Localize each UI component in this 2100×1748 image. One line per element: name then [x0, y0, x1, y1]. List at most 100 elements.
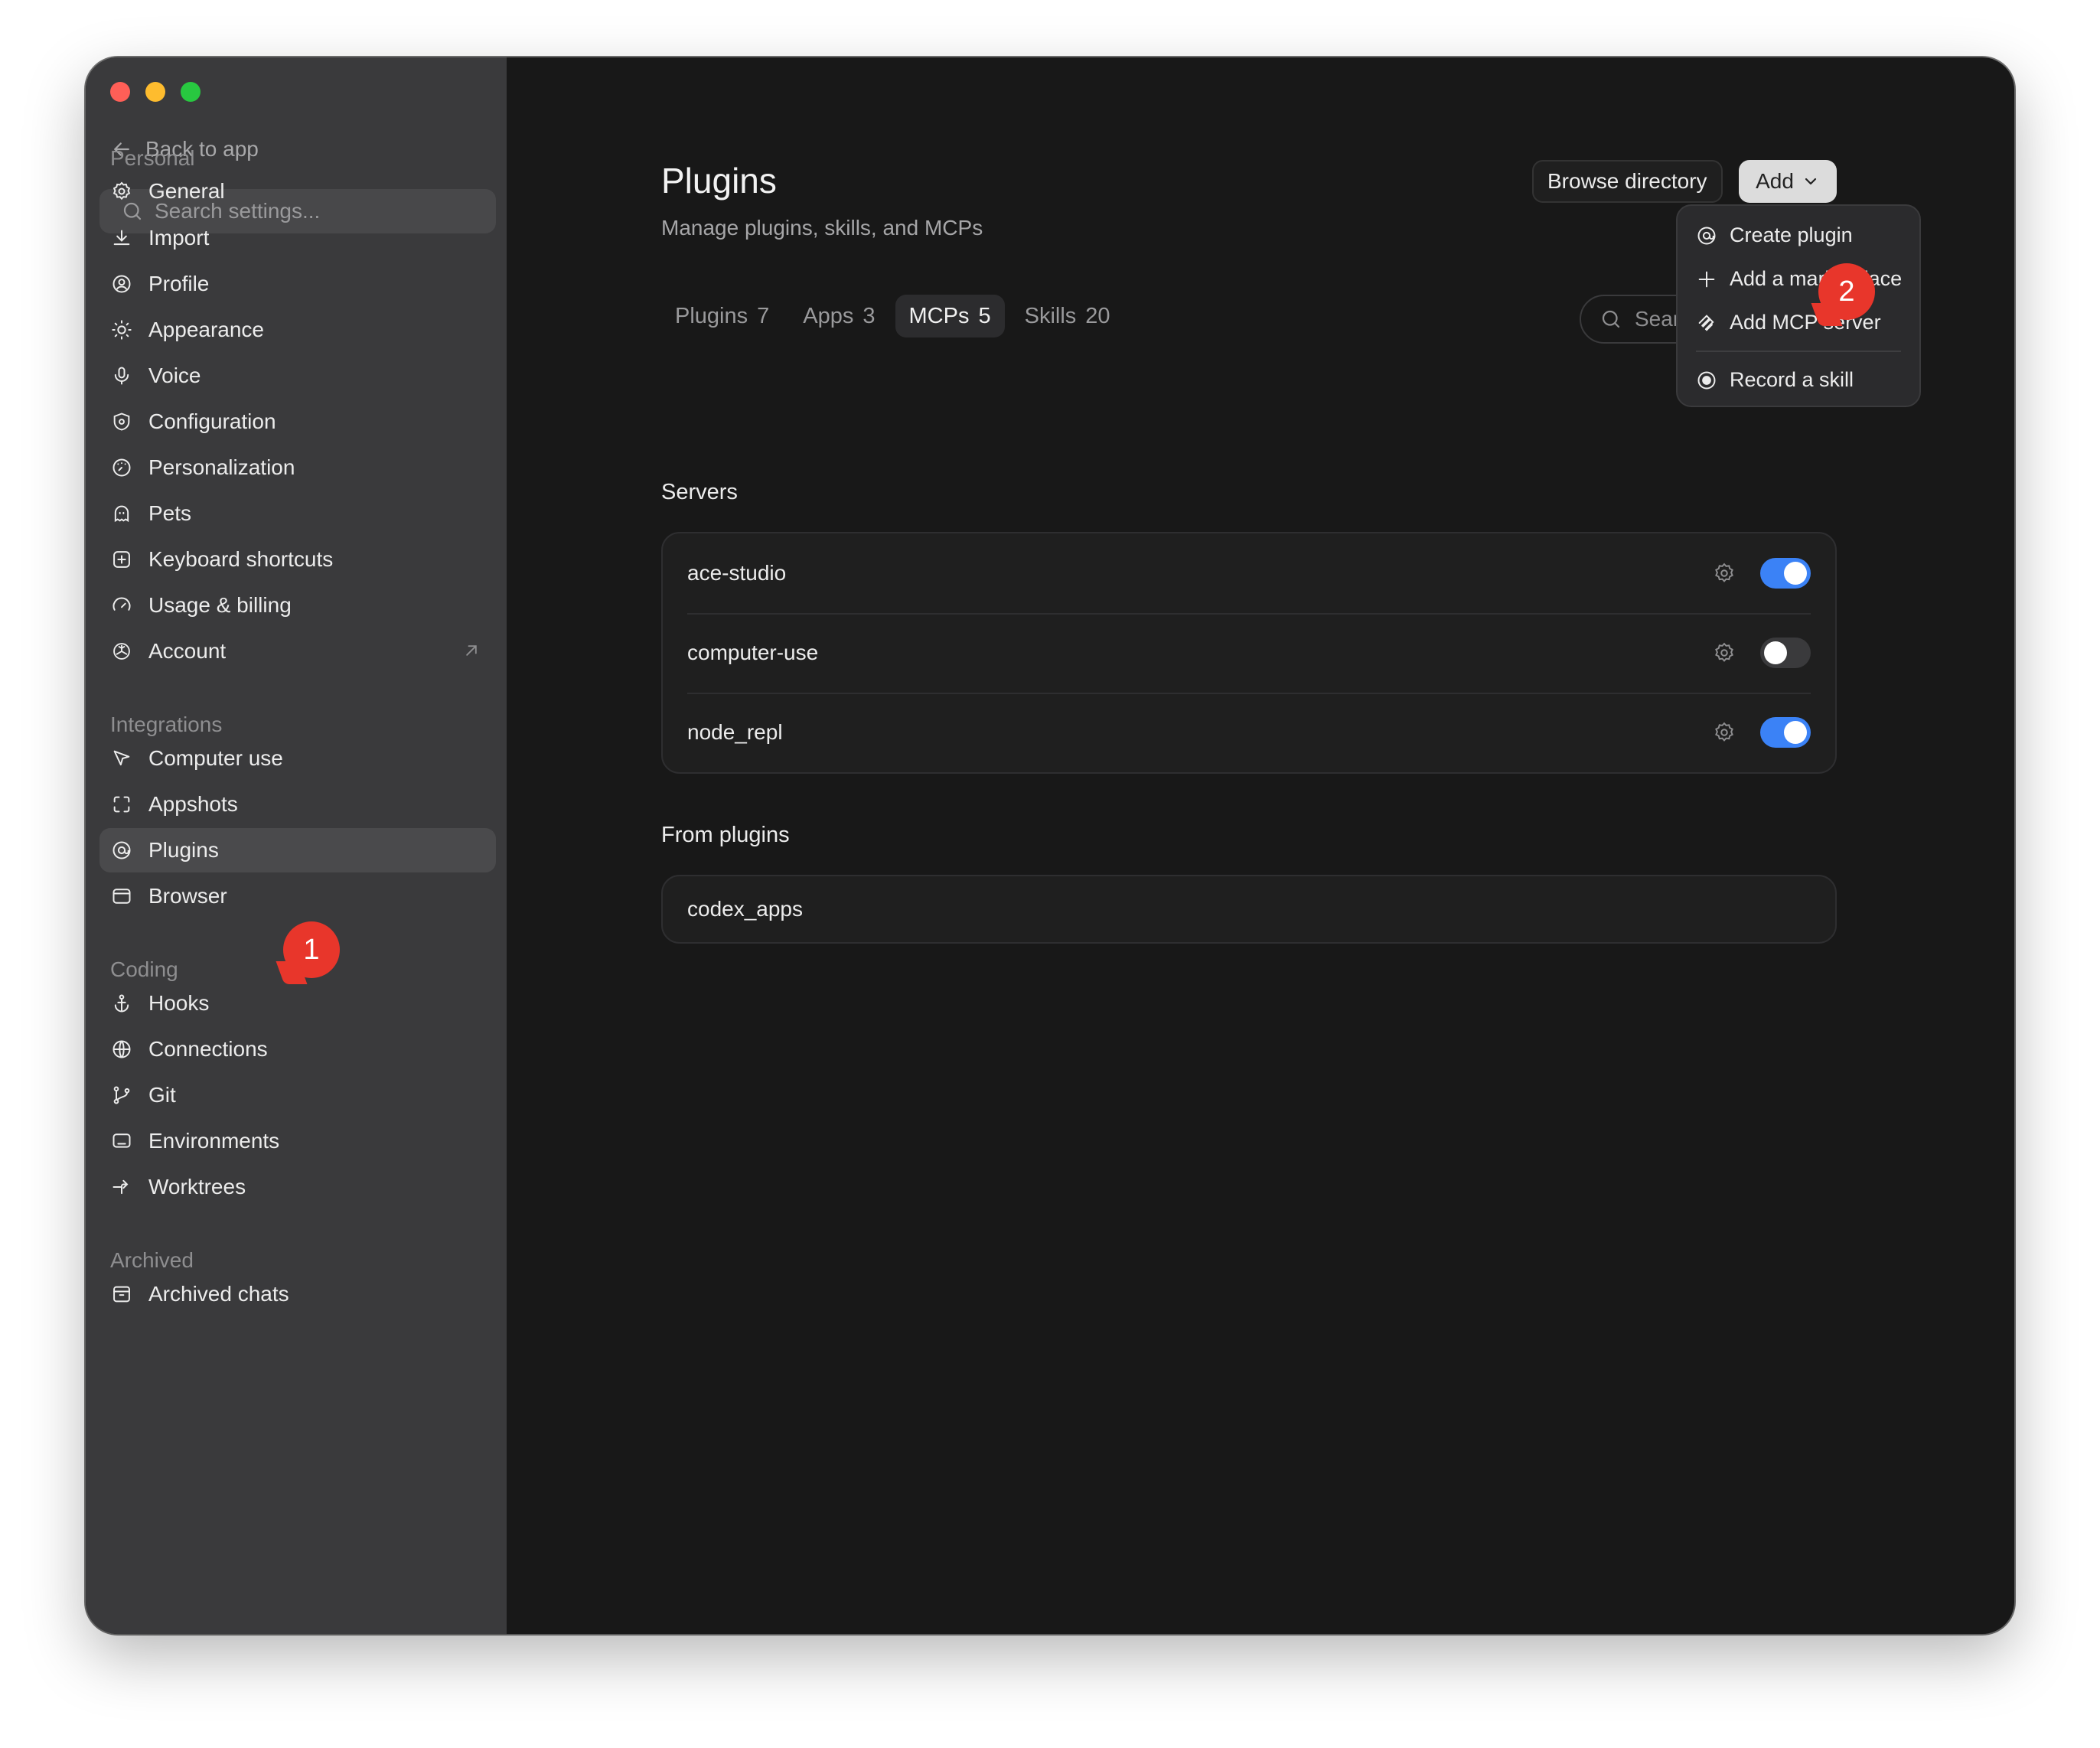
speedometer-icon [110, 594, 133, 617]
microphone-icon [110, 364, 133, 387]
cursor-icon [110, 747, 133, 770]
sidebar-item-usage-billing[interactable]: Usage & billing [99, 583, 496, 628]
sidebar-item-hooks[interactable]: Hooks [99, 981, 496, 1026]
sidebar-item-keyboard-shortcuts[interactable]: Keyboard shortcuts [99, 537, 496, 582]
plugin-at-icon [110, 839, 133, 862]
download-icon [110, 227, 133, 249]
openai-logo-icon [110, 640, 133, 663]
sidebar-item-label: Account [148, 639, 227, 663]
monitor-icon [110, 1130, 133, 1153]
gear-icon[interactable] [1713, 562, 1736, 585]
sidebar-item-plugins[interactable]: Plugins [99, 828, 496, 872]
sidebar-item-label: Personalization [148, 455, 295, 479]
menu-item-label: Create plugin [1730, 223, 1853, 246]
close-window-button[interactable] [110, 82, 130, 102]
tab-mcps[interactable]: MCPs 5 [895, 295, 1005, 338]
tab-label: Plugins [675, 303, 748, 328]
sidebar-item-label: Pets [148, 501, 192, 525]
pet-icon [110, 502, 133, 525]
sidebar-item-import[interactable]: Import [99, 216, 496, 260]
sidebar-item-label: Archived chats [148, 1282, 289, 1306]
server-toggle[interactable] [1760, 638, 1811, 668]
section-label-personal: Personal [110, 146, 195, 170]
add-dropdown-button[interactable]: Add [1739, 160, 1837, 203]
sidebar-item-label: Keyboard shortcuts [148, 547, 334, 571]
server-row: ace-studio [663, 533, 1835, 613]
archive-box-icon [110, 1283, 133, 1306]
sidebar-item-label: Appearance [148, 318, 265, 341]
sidebar-item-general[interactable]: General [99, 169, 496, 214]
tab-count: 7 [757, 303, 770, 328]
sidebar-item-browser[interactable]: Browser [99, 874, 496, 918]
sidebar-item-voice[interactable]: Voice [99, 354, 496, 398]
callout-badge: 2 [1811, 263, 1875, 326]
sidebar-item-label: Plugins [148, 838, 219, 862]
sidebar-item-label: Worktrees [148, 1175, 246, 1198]
tab-label: Apps [803, 303, 854, 328]
menu-item-add-mcp-server[interactable]: Add MCP server [1678, 301, 1919, 344]
sidebar-item-label: Connections [148, 1037, 268, 1061]
screenshot-frame-icon [110, 793, 133, 816]
browse-directory-button[interactable]: Browse directory [1532, 160, 1723, 203]
from-plugins-heading: From plugins [661, 823, 790, 847]
tab-count: 20 [1085, 303, 1110, 328]
tab-plugins[interactable]: Plugins 7 [661, 295, 783, 338]
sidebar-item-label: Usage & billing [148, 593, 292, 617]
sidebar-item-git[interactable]: Git [99, 1073, 496, 1117]
keyboard-icon [110, 548, 133, 571]
chevron-down-icon [1805, 178, 1817, 185]
sidebar-item-configuration[interactable]: Configuration [99, 399, 496, 444]
menu-item-label: Record a skill [1730, 368, 1854, 391]
toggle-knob [1764, 641, 1787, 664]
sidebar-item-connections[interactable]: Connections [99, 1027, 496, 1071]
sidebar-item-worktrees[interactable]: Worktrees [99, 1165, 496, 1209]
sidebar-item-label: Git [148, 1083, 176, 1107]
gear-icon[interactable] [1713, 721, 1736, 744]
sidebar-item-profile[interactable]: Profile [99, 262, 496, 306]
sidebar-item-computer-use[interactable]: Computer use [99, 736, 496, 781]
tab-label: MCPs [908, 303, 970, 328]
server-toggle[interactable] [1760, 717, 1811, 748]
window-controls [110, 82, 201, 102]
record-icon [1697, 371, 1716, 389]
filter-placeholder: Sear [1635, 307, 1681, 331]
tab-skills[interactable]: Skills 20 [1011, 295, 1124, 338]
sidebar-item-label: Import [148, 226, 210, 249]
sidebar-item-label: Environments [148, 1129, 280, 1153]
page-title: Plugins [661, 161, 777, 201]
sidebar-item-appearance[interactable]: Appearance [99, 308, 496, 352]
tab-apps[interactable]: Apps 3 [789, 295, 889, 338]
main-panel: Plugins Manage plugins, skills, and MCPs… [507, 57, 2014, 1634]
maximize-window-button[interactable] [181, 82, 201, 102]
plugin-at-icon [1697, 227, 1716, 244]
plus-icon [1698, 271, 1715, 287]
sidebar-item-personalization[interactable]: Personalization [99, 445, 496, 490]
server-row: node_repl [663, 693, 1835, 772]
minimize-window-button[interactable] [145, 82, 165, 102]
sidebar-item-environments[interactable]: Environments [99, 1119, 496, 1163]
gauge-icon [110, 456, 133, 479]
browser-window-icon [110, 885, 133, 908]
server-name: ace-studio [687, 561, 787, 585]
menu-item-record-skill[interactable]: Record a skill [1678, 358, 1919, 402]
sidebar: Back to app Search settings... Personal … [86, 57, 507, 1634]
menu-item-label: Add a marketplace [1730, 267, 1903, 290]
shield-icon [110, 410, 133, 433]
sidebar-item-pets[interactable]: Pets [99, 491, 496, 536]
user-circle-icon [110, 272, 133, 295]
gear-icon[interactable] [1713, 641, 1736, 664]
menu-item-add-marketplace[interactable]: Add a marketplace [1678, 257, 1919, 301]
sidebar-item-account[interactable]: Account [99, 629, 496, 673]
tab-bar: Plugins 7 Apps 3 MCPs 5 Skills 20 [661, 295, 1124, 338]
sidebar-item-appshots[interactable]: Appshots [99, 782, 496, 827]
section-label-integrations: Integrations [110, 713, 223, 736]
menu-item-create-plugin[interactable]: Create plugin [1678, 214, 1919, 257]
git-branch-icon [110, 1084, 133, 1107]
server-toggle[interactable] [1760, 558, 1811, 589]
add-dropdown-menu: Create plugin Add a marketplace Add MCP … [1676, 204, 1921, 407]
sidebar-item-label: Hooks [148, 991, 210, 1015]
plugin-server-row[interactable]: codex_apps [663, 876, 1835, 942]
sidebar-item-archived-chats[interactable]: Archived chats [99, 1272, 496, 1316]
sidebar-item-label: Computer use [148, 746, 283, 770]
external-link-icon [466, 645, 477, 656]
